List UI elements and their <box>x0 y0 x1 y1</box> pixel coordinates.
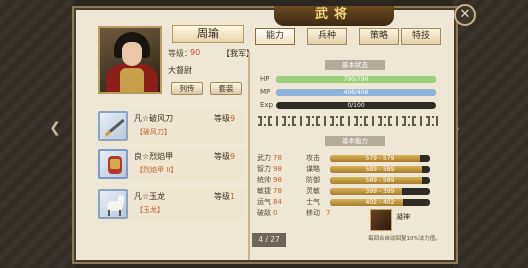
equipment-level: 等级9 <box>214 114 236 123</box>
skill-name: 凝神 <box>396 213 410 221</box>
combat-stat-row: 士气 402 - 402 <box>306 198 432 207</box>
background-left <box>0 0 75 268</box>
equipment-subtitle: 【烈焰甲 II】 <box>136 166 178 174</box>
sword-icon <box>98 111 128 141</box>
tab-strategy[interactable]: 策略 <box>359 28 399 45</box>
general-name: 周瑜 <box>172 25 244 43</box>
attr-row: 破敌 0 <box>257 209 278 217</box>
tab-troops[interactable]: 兵种 <box>307 28 347 45</box>
section-basic-status: 基本状态 <box>325 60 385 70</box>
exp-value: 0/100 <box>347 102 365 109</box>
level-value: 90 <box>190 48 201 57</box>
hp-label: HP <box>260 75 270 83</box>
level-label: 等级： <box>168 49 192 58</box>
biography-button[interactable]: 列传 <box>171 82 203 95</box>
chevron-left-icon[interactable]: ❮ <box>48 118 62 138</box>
equipment-subtitle: 【玉龙】 <box>136 206 164 214</box>
hp-bar: HP 790/790 <box>260 74 436 84</box>
combat-stat-row: 攻击 579 - 579 <box>306 154 432 163</box>
attr-row: 敏捷 78 <box>257 187 282 195</box>
mp-value: 406/406 <box>343 89 369 96</box>
equipment-level: 等级1 <box>214 192 236 201</box>
equipment-name: 凡☆玉龙 <box>134 192 166 201</box>
armor-icon <box>98 149 128 179</box>
mp-label: MP <box>260 88 271 96</box>
move-stat: 移动 7 <box>306 209 331 217</box>
tab-skills[interactable]: 特技 <box>401 28 441 45</box>
general-portrait <box>98 26 162 94</box>
section-basic-ability: 基本能力 <box>325 136 385 146</box>
equipment-level: 等级9 <box>214 152 236 161</box>
skill-icon[interactable] <box>370 209 392 231</box>
mp-bar: MP 406/406 <box>260 87 436 97</box>
hp-value: 790/790 <box>343 76 369 83</box>
attr-row: 运气 84 <box>257 198 282 206</box>
page-indicator: 4 / 27 <box>252 233 286 247</box>
equipment-subtitle: 【破风刀】 <box>136 128 171 136</box>
attr-row: 统帅 98 <box>257 176 282 184</box>
equipment-slot-weapon[interactable]: 凡☆破风刀 【破风刀】 等级9 <box>98 110 246 144</box>
panel-title: 武将 <box>274 6 394 26</box>
rank-title: 大督尉 <box>168 66 192 75</box>
background-right <box>453 0 528 268</box>
equipment-slot-armor[interactable]: 良☆烈焰甲 【烈焰甲 II】 等级9 <box>98 148 246 182</box>
horse-icon <box>98 189 128 219</box>
ornament-divider <box>258 116 438 126</box>
attr-row: 武力 78 <box>257 154 282 162</box>
tab-ability[interactable]: 能力 <box>255 28 295 45</box>
divider <box>248 52 250 260</box>
attr-row: 智力 98 <box>257 165 282 173</box>
skill-description: 每回合自动回复10%法力值。 <box>368 236 441 242</box>
equipment-slot-mount[interactable]: 凡☆玉龙 【玉龙】 等级1 <box>98 188 246 222</box>
equipment-name: 良☆烈焰甲 <box>134 152 174 161</box>
close-icon[interactable]: ✕ <box>454 4 476 26</box>
equipment-name: 凡☆破风刀 <box>134 114 174 123</box>
combat-stat-row: 灵敏 399 - 399 <box>306 187 432 196</box>
combat-stat-row: 防御 589 - 589 <box>306 176 432 185</box>
exp-label: Exp <box>260 101 274 109</box>
combat-stat-row: 谋略 589 - 589 <box>306 165 432 174</box>
exp-bar: Exp 0/100 <box>260 100 436 110</box>
set-button[interactable]: 套装 <box>210 82 242 95</box>
